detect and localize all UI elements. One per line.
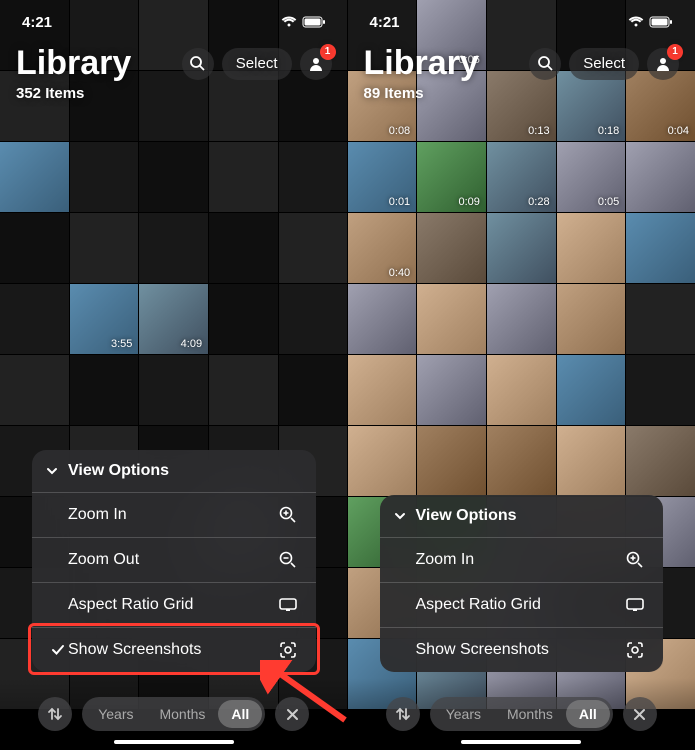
notification-badge: 1 [320, 44, 336, 60]
aspect-ratio-icon [276, 597, 300, 613]
search-button[interactable] [182, 48, 214, 80]
sort-button[interactable] [38, 697, 72, 731]
header: Library Select 1 352 Items [0, 44, 348, 102]
zoom-out-icon [276, 551, 300, 569]
menu-item-label: Show Screenshots [416, 641, 624, 659]
status-bar: 4:21 [0, 0, 348, 44]
menu-item-show-screenshots[interactable]: Show Screenshots [32, 627, 316, 672]
profile-button[interactable]: 1 [300, 48, 332, 80]
menu-item-aspect-ratio[interactable]: Aspect Ratio Grid [380, 582, 664, 627]
item-count: 89 Items [364, 85, 680, 102]
menu-item-label: Zoom Out [68, 551, 276, 569]
close-button[interactable] [623, 697, 657, 731]
sort-button[interactable] [386, 697, 420, 731]
status-indicators [628, 16, 673, 28]
menu-item-aspect-ratio[interactable]: Aspect Ratio Grid [32, 582, 316, 627]
menu-item-label: Aspect Ratio Grid [416, 596, 624, 614]
battery-icon [302, 16, 326, 28]
segment-months[interactable]: Months [494, 700, 566, 728]
segment-years[interactable]: Years [433, 700, 494, 728]
wifi-icon [281, 16, 297, 28]
segment-months[interactable]: Months [146, 700, 218, 728]
sort-icon [47, 706, 63, 722]
menu-item-label: Zoom In [416, 551, 624, 569]
search-icon [190, 56, 205, 71]
phone-left: 3:55 4:09 4:21 Library Select 1 [0, 0, 348, 750]
duration-label: 4:09 [181, 338, 202, 350]
view-options-menu: View Options Zoom In Aspect Ratio Grid S… [380, 495, 664, 672]
status-indicators [281, 16, 326, 28]
checkmark-icon [48, 643, 68, 657]
home-indicator[interactable] [461, 740, 581, 744]
select-button[interactable]: Select [569, 48, 639, 80]
menu-item-zoom-out[interactable]: Zoom Out [32, 537, 316, 582]
menu-item-label: Zoom In [68, 506, 276, 524]
search-button[interactable] [529, 48, 561, 80]
page-title: Library [16, 44, 131, 83]
screenshot-icon [623, 641, 647, 659]
chevron-down-icon [392, 509, 408, 523]
menu-header[interactable]: View Options [380, 495, 664, 537]
menu-item-label: Show Screenshots [68, 641, 276, 659]
chevron-down-icon [44, 464, 60, 478]
segment-all[interactable]: All [566, 700, 610, 728]
menu-item-label: Aspect Ratio Grid [68, 596, 276, 614]
phone-right: 0:06 0:080:130:180:04 0:010:090:280:05 0… [348, 0, 695, 750]
time-segment-control: Years Months All [82, 697, 265, 731]
sort-icon [395, 706, 411, 722]
aspect-ratio-icon [623, 597, 647, 613]
zoom-in-icon [623, 551, 647, 569]
zoom-in-icon [276, 506, 300, 524]
status-time: 4:21 [370, 14, 400, 31]
wifi-icon [628, 16, 644, 28]
duration-label: 3:55 [111, 338, 132, 350]
status-bar: 4:21 [348, 0, 695, 44]
time-segment-control: Years Months All [430, 697, 613, 731]
close-icon [286, 708, 299, 721]
status-time: 4:21 [22, 14, 52, 31]
segment-years[interactable]: Years [85, 700, 146, 728]
battery-icon [649, 16, 673, 28]
menu-item-zoom-in[interactable]: Zoom In [380, 537, 664, 582]
select-button[interactable]: Select [222, 48, 292, 80]
profile-button[interactable]: 1 [647, 48, 679, 80]
person-icon [308, 56, 324, 72]
menu-item-zoom-in[interactable]: Zoom In [32, 492, 316, 537]
close-button[interactable] [275, 697, 309, 731]
header: Library Select 1 89 Items [348, 44, 695, 102]
notification-badge: 1 [667, 44, 683, 60]
home-indicator[interactable] [114, 740, 234, 744]
close-icon [633, 708, 646, 721]
page-title: Library [364, 44, 479, 83]
item-count: 352 Items [16, 85, 332, 102]
menu-item-show-screenshots[interactable]: Show Screenshots [380, 627, 664, 672]
segment-all[interactable]: All [218, 700, 262, 728]
menu-header[interactable]: View Options [32, 450, 316, 492]
screenshot-icon [276, 641, 300, 659]
view-options-menu: View Options Zoom In Zoom Out Aspect Rat… [32, 450, 316, 672]
search-icon [538, 56, 553, 71]
